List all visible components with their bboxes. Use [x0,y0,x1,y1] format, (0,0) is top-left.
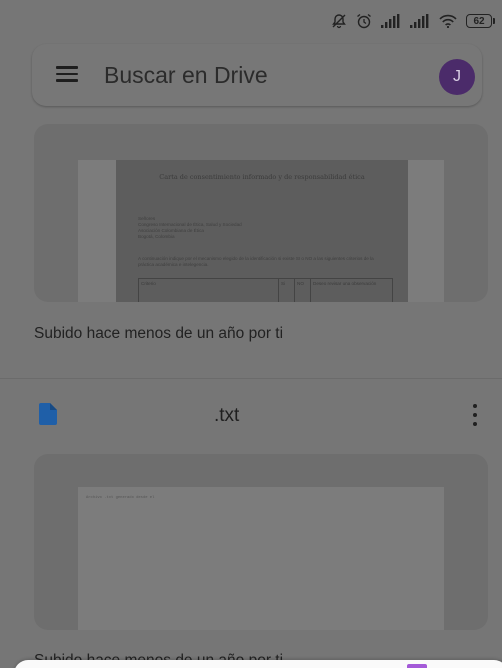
drive-screen: 62 Buscar en Drive J Carta de consentimi… [0,0,502,668]
scanned-photo: Carta de consentimiento informado y de r… [116,160,408,302]
more-options-icon[interactable] [473,404,478,426]
avatar-initial: J [453,68,461,85]
table-header: Criterio [139,279,279,302]
document-page: Archivo .txt generado desde el [78,487,444,630]
file-row[interactable]: .txt [0,380,502,450]
wifi-icon [439,14,457,28]
bottom-sheet[interactable] [14,660,502,668]
signal-icon [381,14,401,28]
file-preview-thumbnail[interactable]: Archivo .txt generado desde el [34,454,488,630]
avatar[interactable]: J [439,59,475,95]
table-header: Deseo revisar una observación [313,281,377,286]
divider [0,378,502,379]
status-bar: 62 [0,0,502,42]
signal-icon [410,14,430,28]
preview-lines: Señores Congreso Internacional de Ética,… [138,216,242,240]
battery-icon: 62 [466,14,495,28]
document-icon [39,403,57,425]
bottom-sheet-accent [407,664,427,668]
alarm-icon [356,13,372,29]
document-page: Carta de consentimiento informado y de r… [78,160,444,302]
menu-icon[interactable] [56,66,78,82]
search-bar[interactable]: Buscar en Drive J [32,44,482,106]
preview-text-line: Archivo .txt generado desde el [86,496,155,500]
table-header: NO [295,279,311,302]
file-preview-thumbnail[interactable]: Carta de consentimiento informado y de r… [34,124,488,302]
preview-title: Carta de consentimiento informado y de r… [159,173,365,181]
search-input[interactable]: Buscar en Drive [104,62,268,89]
file-caption: Subido hace menos de un año por ti [34,325,284,342]
mute-icon [331,13,347,29]
table-header: Si [279,279,295,302]
preview-table: Criterio Si NO Deseo revisar una observa… [138,278,393,302]
preview-line: Bogotá, Colombia [138,234,175,239]
file-name[interactable]: .txt [214,405,239,427]
preview-paragraph: A continuación indique por el mecanismo … [138,256,374,267]
battery-level: 62 [473,15,485,27]
